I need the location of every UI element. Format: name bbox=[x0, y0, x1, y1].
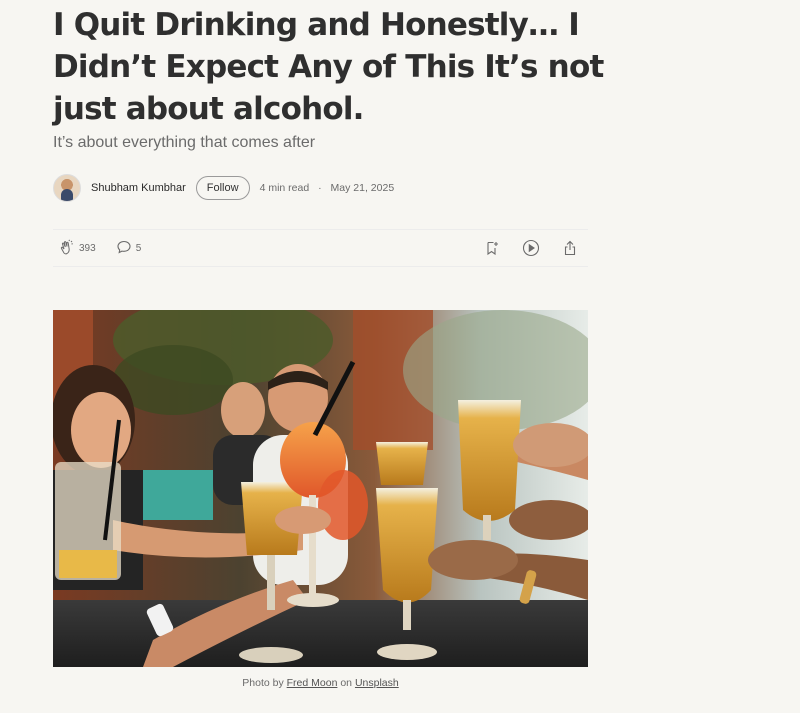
photographer-link[interactable]: Fred Moon bbox=[287, 677, 338, 689]
byline: Shubham Kumbhar Follow 4 min read · May … bbox=[53, 174, 394, 202]
article-title: I Quit Drinking and Honestly… I Didn’t E… bbox=[53, 7, 604, 127]
clap-icon bbox=[59, 239, 79, 258]
photo-caption: Photo by Fred Moon on Unsplash bbox=[53, 677, 588, 689]
article-photo bbox=[53, 310, 588, 667]
article-meta: 4 min read · May 21, 2025 bbox=[260, 182, 395, 194]
caption-mid: on bbox=[340, 677, 353, 689]
comment-count: 5 bbox=[135, 242, 142, 254]
clap-count: 393 bbox=[79, 242, 96, 254]
follow-button[interactable]: Follow bbox=[195, 176, 250, 200]
comment-icon bbox=[116, 239, 136, 258]
read-time: 4 min read bbox=[259, 182, 310, 194]
meta-separator: · bbox=[318, 182, 322, 194]
author-avatar[interactable] bbox=[53, 174, 81, 202]
action-bar: 393 5 bbox=[53, 229, 588, 267]
comment-button[interactable]: 5 bbox=[116, 239, 142, 258]
author-name[interactable]: Shubham Kumbhar bbox=[91, 182, 186, 194]
play-icon[interactable] bbox=[522, 239, 540, 257]
engagement-group: 393 5 bbox=[53, 239, 161, 258]
caption-prefix: Photo by bbox=[242, 677, 284, 689]
clap-button[interactable]: 393 bbox=[59, 239, 96, 258]
publish-date: May 21, 2025 bbox=[330, 182, 395, 194]
source-link[interactable]: Unsplash bbox=[355, 677, 399, 689]
share-icon[interactable] bbox=[562, 240, 578, 256]
utility-group bbox=[462, 239, 588, 257]
article-subtitle: It’s about everything that comes after bbox=[53, 134, 316, 151]
bookmark-add-icon[interactable] bbox=[484, 240, 500, 256]
